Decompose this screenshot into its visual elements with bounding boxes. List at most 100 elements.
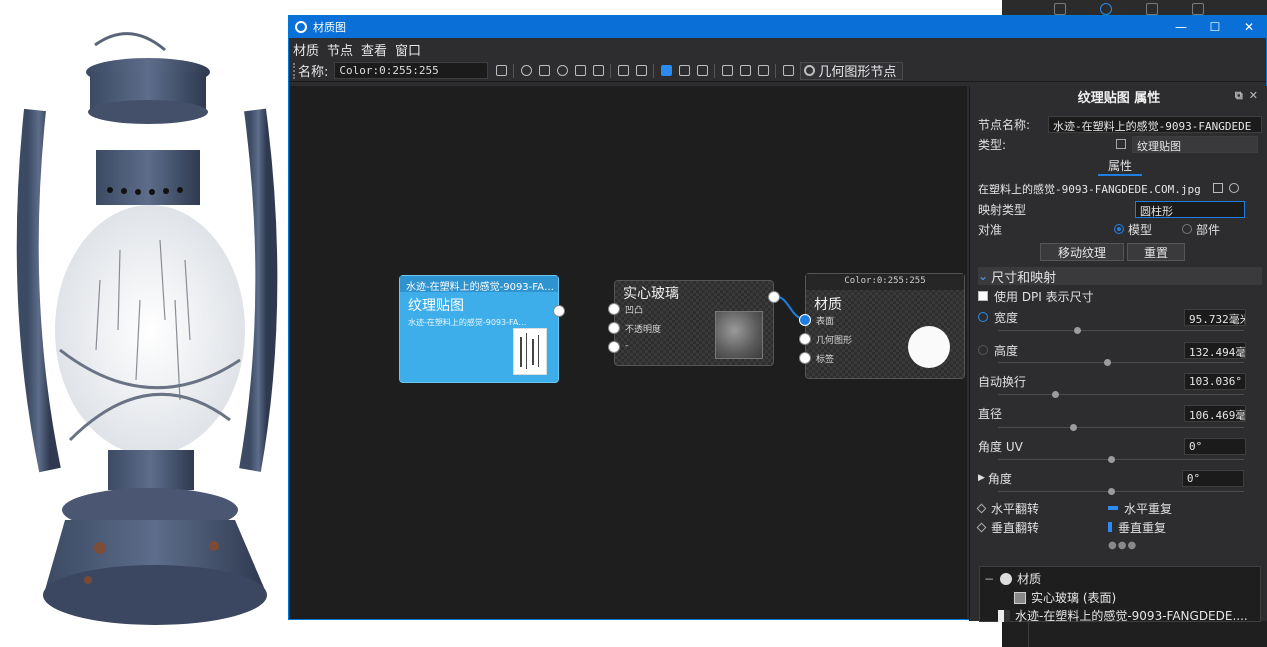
tree-label: 实心玻璃 (表面) xyxy=(1031,591,1117,605)
trash-icon[interactable] xyxy=(1116,139,1126,149)
toolbar-separator xyxy=(513,63,515,78)
diameter-input[interactable]: 106.469毫米 xyxy=(1184,404,1246,422)
input-port[interactable] xyxy=(608,303,620,315)
port-label: 表面 xyxy=(816,317,835,327)
grid-icon[interactable] xyxy=(677,64,691,78)
flip-vertical-icon[interactable] xyxy=(976,522,987,532)
copy-icon[interactable] xyxy=(616,64,630,78)
move-texture-button[interactable]: 移动纹理 xyxy=(1040,243,1124,261)
menu-bar: 材质 节点 查看 窗口 xyxy=(289,38,1266,60)
width-input[interactable]: 95.732毫米 xyxy=(1184,308,1246,326)
wrap-input[interactable]: 103.036° xyxy=(1184,372,1246,390)
input-port-surface[interactable] xyxy=(799,314,811,326)
refresh-icon[interactable] xyxy=(1229,183,1239,193)
lock-link-icon[interactable] xyxy=(978,312,988,322)
sliders-icon[interactable] xyxy=(573,64,587,78)
material-preview-thumbnail xyxy=(908,326,950,368)
unlink-icon[interactable] xyxy=(978,345,988,355)
angle-row: ▶ 角度 0° xyxy=(978,468,1262,488)
collapse-icon[interactable]: − xyxy=(984,572,994,586)
height-input[interactable]: 132.494毫米 xyxy=(1184,341,1246,359)
geometry-node-button[interactable]: 几何图形节点 xyxy=(800,61,904,80)
align-part-radio[interactable] xyxy=(1182,224,1192,234)
dpi-checkbox[interactable] xyxy=(978,291,988,301)
input-port[interactable] xyxy=(608,322,620,334)
play-icon[interactable] xyxy=(555,64,569,78)
split-icon[interactable] xyxy=(781,64,795,78)
texture-map-node[interactable]: 水迹-在塑料上的感觉-9093-FA… 纹理贴图 水迹-在塑料上的感觉-9093… xyxy=(399,275,565,383)
frame-icon[interactable] xyxy=(756,64,770,78)
toolbar-grip[interactable] xyxy=(293,62,296,79)
node-name-input[interactable]: 水迹-在塑料上的感觉-9093-FANGDEDE xyxy=(1048,115,1262,133)
properties-panel: 纹理贴图 属性 ⧉✕ 节点名称: 水迹-在塑料上的感觉-9093-FANGDED… xyxy=(969,86,1267,624)
angle-input[interactable]: 0° xyxy=(1181,469,1244,487)
node-title: 实心玻璃 xyxy=(623,286,679,302)
tree-item-material[interactable]: − 材质 xyxy=(984,570,1041,587)
chevron-right-icon[interactable]: ▶ xyxy=(978,473,985,483)
tree-item-glass[interactable]: 实心玻璃 (表面) xyxy=(1014,589,1116,606)
layers-icon[interactable] xyxy=(659,64,673,78)
input-port[interactable] xyxy=(799,352,811,364)
name-label: 名称: xyxy=(298,65,329,80)
delete-icon[interactable] xyxy=(634,64,648,78)
node-title: 纹理贴图 xyxy=(408,298,464,314)
fit-view-icon[interactable] xyxy=(738,64,752,78)
geometry-node-label: 几何图形节点 xyxy=(818,65,897,80)
output-port[interactable] xyxy=(768,291,780,303)
resize-grip-icon[interactable]: ●●● xyxy=(1108,540,1137,551)
type-select[interactable]: 纹理贴图 xyxy=(1132,135,1258,153)
align-model-radio[interactable] xyxy=(1114,224,1124,234)
link-icon[interactable] xyxy=(695,64,709,78)
folder-icon[interactable] xyxy=(1213,183,1223,193)
node-header: 水迹-在塑料上的感觉-9093-FA… xyxy=(400,276,558,292)
maximize-button[interactable]: ☐ xyxy=(1198,20,1232,34)
size-mapping-section[interactable]: ⌄ 尺寸和映射 xyxy=(978,267,1262,286)
node-name-row: 节点名称: 水迹-在塑料上的感觉-9093-FANGDEDE xyxy=(978,114,1262,134)
menu-window[interactable]: 窗口 xyxy=(395,40,421,59)
sphere-preview-icon[interactable] xyxy=(519,64,533,78)
repeat-vertical-icon[interactable] xyxy=(1108,522,1112,532)
solid-glass-node[interactable]: 实心玻璃 凹凸 不透明度 - xyxy=(608,280,780,366)
layout-icon[interactable] xyxy=(720,64,734,78)
chevron-down-icon: ⌄ xyxy=(978,269,989,283)
node-graph-canvas[interactable]: 水迹-在塑料上的感觉-9093-FA… 纹理贴图 水迹-在塑料上的感觉-9093… xyxy=(290,86,967,619)
minimize-button[interactable]: — xyxy=(1164,20,1198,34)
texture-buttons-row: 移动纹理 重置 xyxy=(1040,242,1262,262)
input-port[interactable] xyxy=(608,341,620,353)
globe-icon[interactable] xyxy=(1192,3,1204,15)
output-port[interactable] xyxy=(553,305,565,317)
flip-h-label: 水平翻转 xyxy=(991,501,1040,516)
material-icon xyxy=(1000,572,1013,585)
menu-material[interactable]: 材质 xyxy=(293,40,319,59)
repeat-v-label: 垂直重复 xyxy=(1118,520,1167,535)
search-icon[interactable] xyxy=(1100,3,1112,15)
tab-row: 属性 xyxy=(978,156,1262,176)
tab-properties[interactable]: 属性 xyxy=(1097,157,1142,176)
tree-label: 水迹-在塑料上的感觉-9093-FANGDEDE.... xyxy=(1015,609,1248,623)
input-port[interactable] xyxy=(799,333,811,345)
checker-icon[interactable] xyxy=(537,64,551,78)
menu-view[interactable]: 查看 xyxy=(361,40,387,59)
document-icon[interactable] xyxy=(1054,3,1066,15)
repeat-horizontal-icon[interactable] xyxy=(1108,506,1118,510)
flip-horizontal-icon[interactable] xyxy=(976,503,987,513)
tree-item-texture[interactable]: 水迹-在塑料上的感觉-9093-FANGDEDE.... xyxy=(998,607,1248,624)
panel-buttons[interactable]: ⧉✕ xyxy=(1235,89,1264,103)
tree-label: 材质 xyxy=(1017,572,1042,586)
angle-label: 角度 xyxy=(987,471,1012,486)
mapping-type-select[interactable]: 圆柱形 xyxy=(1135,200,1245,218)
geometry-icon xyxy=(804,65,816,76)
width-label: 宽度 xyxy=(994,310,1019,325)
close-button[interactable]: ✕ xyxy=(1232,20,1266,34)
height-label: 高度 xyxy=(994,343,1019,358)
toolbar-separator xyxy=(775,63,777,78)
name-input[interactable]: Color:0:255:255 xyxy=(334,62,489,79)
save-icon[interactable] xyxy=(494,64,508,78)
material-node[interactable]: Color:0:255:255 材质 表面 几何图形 标签 xyxy=(799,273,965,379)
warning-icon[interactable] xyxy=(591,64,605,78)
reset-button[interactable]: 重置 xyxy=(1127,243,1185,261)
camera-icon[interactable] xyxy=(1146,3,1158,15)
menu-node[interactable]: 节点 xyxy=(327,40,353,59)
flip-repeat-row-2: 垂直翻转 垂直重复 xyxy=(976,517,1262,537)
angle-uv-input[interactable]: 0° xyxy=(1184,437,1246,455)
